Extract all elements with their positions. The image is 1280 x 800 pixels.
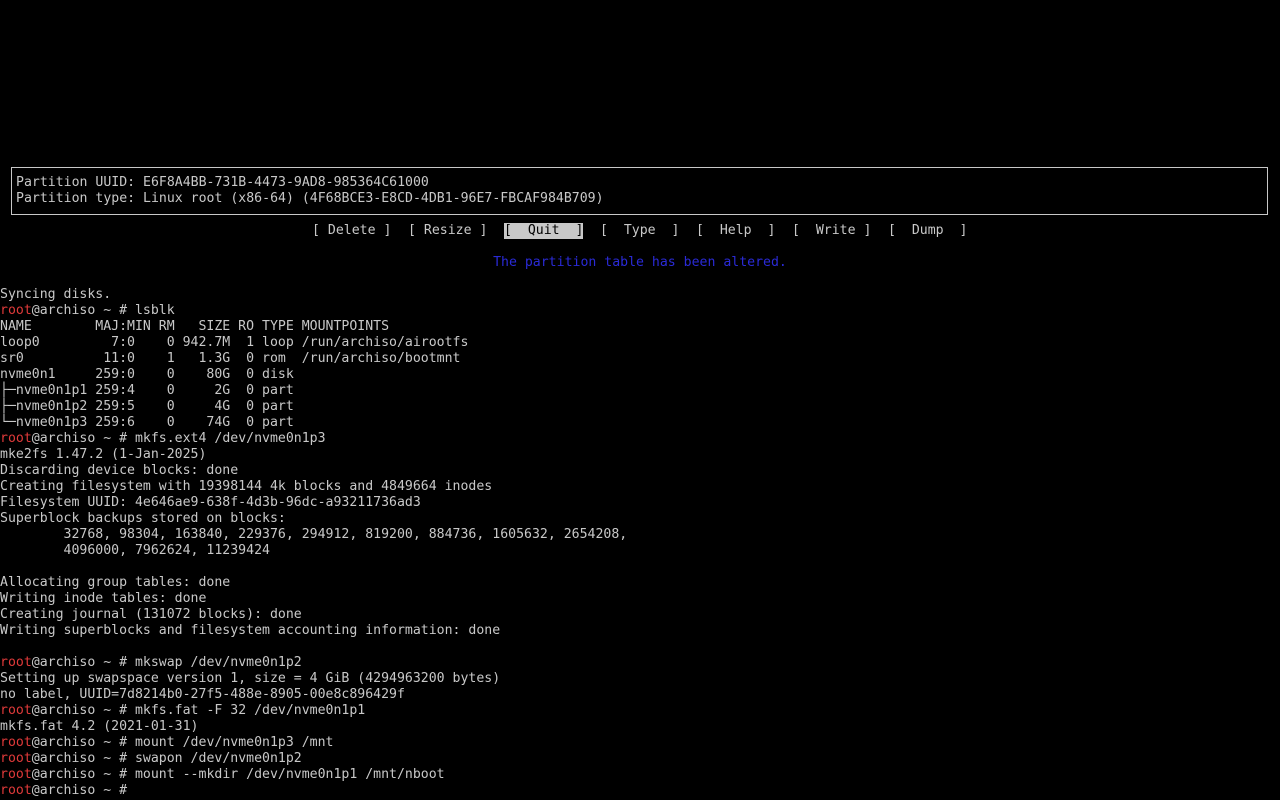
prompt-line: root@archiso ~ # mkfs.fat -F 32 /dev/nvm… [0,703,365,719]
terminal-screen[interactable]: ── ──────── ── ─ ─────── Partition UUID:… [0,0,1280,800]
output-line: Filesystem UUID: 4e646ae9-638f-4d3b-96dc… [0,495,421,510]
output-line: Discarding device blocks: done [0,463,239,478]
command-text: lsblk [134,303,175,318]
partition-uuid-line: Partition UUID: E6F8A4BB-731B-4473-9AD8-… [16,175,429,190]
output-line: Superblock backups stored on blocks: [0,511,286,526]
prompt-host: @archiso ~ # [31,303,135,318]
prompt-line: root@archiso ~ # swapon /dev/nvme0n1p2 [0,751,302,767]
type-menu-button[interactable]: [ Type ] [600,223,679,239]
output-line: nvme0n1 259:0 0 80G 0 disk [0,367,294,382]
prompt-user: root [0,767,32,782]
command-text: mkfs.ext4 /dev/nvme0n1p3 [134,431,326,446]
command-text: swapon /dev/nvme0n1p2 [134,751,302,766]
prompt-host: @archiso ~ # [31,655,135,670]
prompt-line: root@archiso ~ # mkswap /dev/nvme0n1p2 [0,655,302,671]
help-menu-button[interactable]: [ Help ] [696,223,775,239]
prompt-host: @archiso ~ # [31,703,135,718]
prompt-user: root [0,303,32,318]
write-menu-button[interactable]: [ Write ] [792,223,871,239]
prompt-user: root [0,735,32,750]
resize-menu-button[interactable]: [ Resize ] [408,223,487,239]
cfdisk-menu-bar: [ Delete ] [ Resize ] [ Quit ] [ Type ] … [0,223,1280,239]
command-text: mount /dev/nvme0n1p3 /mnt [134,735,334,750]
scrolled-off-line: ── ──────── ── ─ ─────── [0,0,191,7]
output-line: Allocating group tables: done [0,575,231,590]
output-line: mke2fs 1.47.2 (1-Jan-2025) [0,447,207,462]
command-text: mkswap /dev/nvme0n1p2 [134,655,302,670]
prompt-host: @archiso ~ # [31,431,135,446]
prompt-host: @archiso ~ # [31,735,135,750]
output-line: NAME MAJ:MIN RM SIZE RO TYPE MOUNTPOINTS [0,319,390,334]
prompt-user: root [0,655,32,670]
output-line: ├─nvme0n1p2 259:5 0 4G 0 part [0,399,294,414]
partition-info-box: Partition UUID: E6F8A4BB-731B-4473-9AD8-… [11,167,1268,215]
prompt-line: root@archiso ~ # lsblk [0,303,175,319]
prompt-host: @archiso ~ # [31,751,135,766]
output-line: 32768, 98304, 163840, 229376, 294912, 81… [0,527,628,542]
output-line: Creating filesystem with 19398144 4k blo… [0,479,493,494]
partition-type-line: Partition type: Linux root (x86-64) (4F6… [16,191,604,206]
prompt-line: root@archiso ~ # mkfs.ext4 /dev/nvme0n1p… [0,431,326,447]
command-text: mount --mkdir /dev/nvme0n1p1 /mnt/nboot [134,767,445,782]
quit-menu-button[interactable]: [ Quit ] [504,223,584,239]
output-line: mkfs.fat 4.2 (2021-01-31) [0,719,199,734]
prompt-user: root [0,431,32,446]
status-message: The partition table has been altered. [493,255,787,270]
prompt-line: root@archiso ~ # mount --mkdir /dev/nvme… [0,767,445,783]
output-line: Writing inode tables: done [0,591,207,606]
output-line: 4096000, 7962624, 11239424 [0,543,270,558]
prompt-user: root [0,783,32,798]
output-line: Setting up swapspace version 1, size = 4… [0,671,501,686]
prompt-line: root@archiso ~ # mount /dev/nvme0n1p3 /m… [0,735,333,751]
output-line: Writing superblocks and filesystem accou… [0,623,501,638]
output-line: Syncing disks. [0,287,112,302]
dump-menu-button[interactable]: [ Dump ] [888,223,967,239]
delete-menu-button[interactable]: [ Delete ] [312,223,391,239]
output-line: sr0 11:0 1 1.3G 0 rom /run/archiso/bootm… [0,351,461,366]
prompt-host: @archiso ~ # [31,767,135,782]
command-text: mkfs.fat -F 32 /dev/nvme0n1p1 [134,703,366,718]
prompt-user: root [0,751,32,766]
output-line: Creating journal (131072 blocks): done [0,607,302,622]
prompt-line: root@archiso ~ # [0,783,135,799]
prompt-host: @archiso ~ # [31,783,135,798]
output-line: ├─nvme0n1p1 259:4 0 2G 0 part [0,383,294,398]
output-line: loop0 7:0 0 942.7M 1 loop /run/archiso/a… [0,335,469,350]
prompt-user: root [0,703,32,718]
output-line: └─nvme0n1p3 259:6 0 74G 0 part [0,415,294,430]
output-line: no label, UUID=7d8214b0-27f5-488e-8905-0… [0,687,405,702]
